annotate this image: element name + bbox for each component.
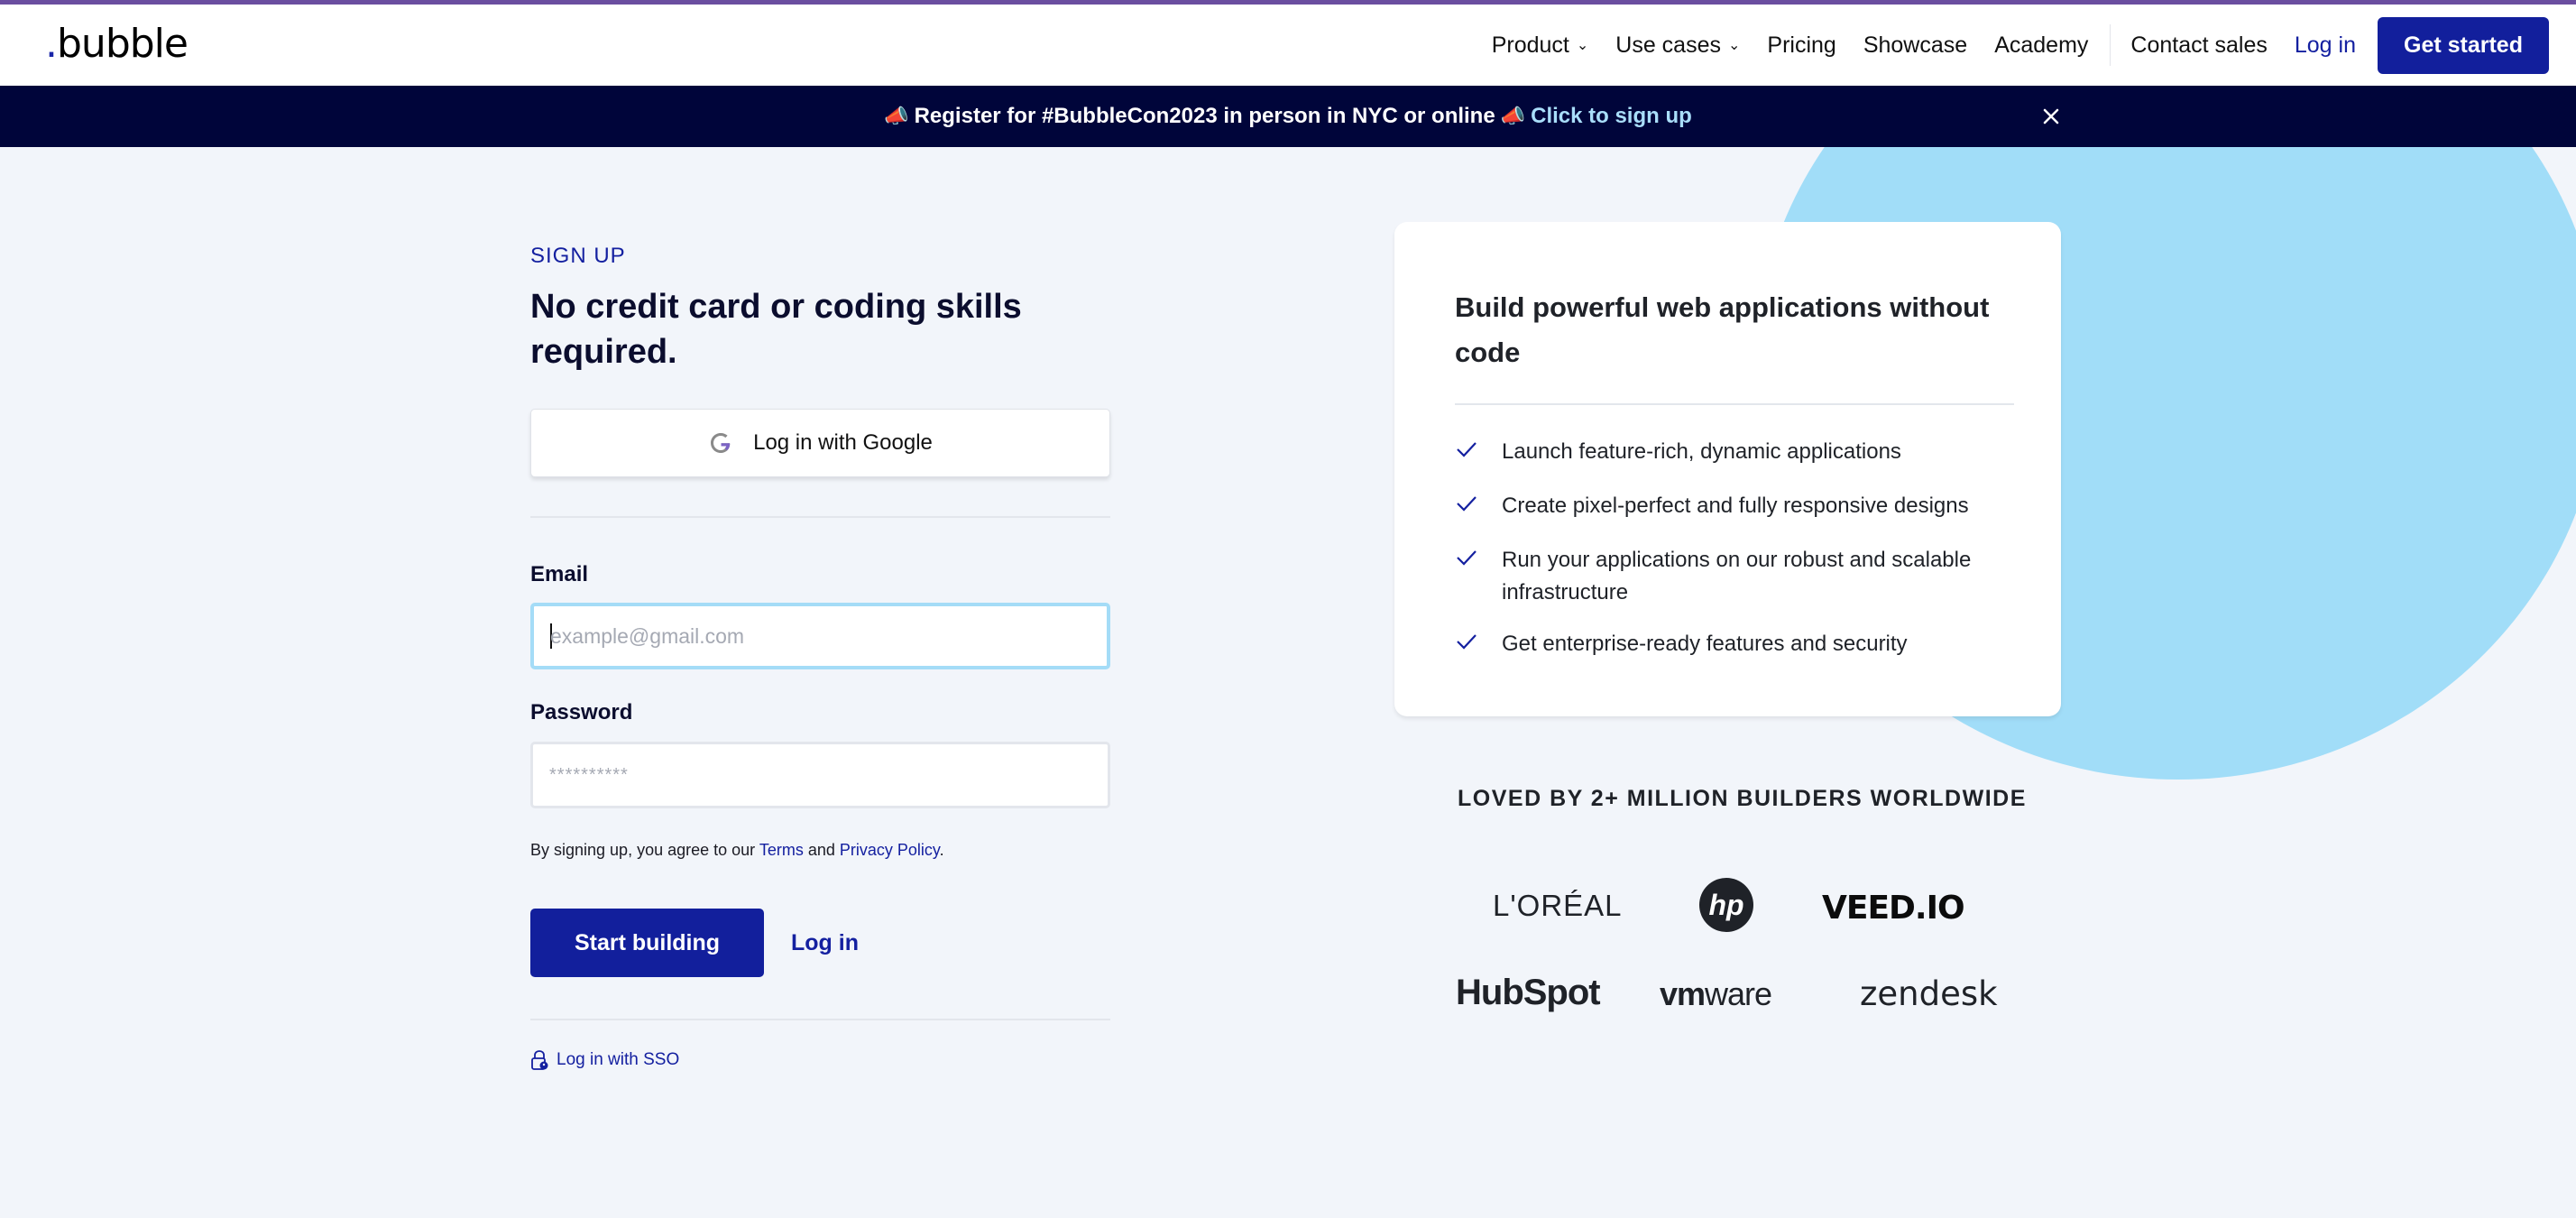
check-icon xyxy=(1455,544,1502,579)
hubspot-logo: HubSpot xyxy=(1456,973,1601,1012)
nav-pricing[interactable]: Pricing xyxy=(1767,32,1835,59)
get-started-button[interactable]: Get started xyxy=(2378,16,2549,74)
nav-use-cases[interactable]: Use cases ⌄ xyxy=(1615,32,1740,59)
nav-product[interactable]: Product ⌄ xyxy=(1492,32,1589,59)
feature-item: Get enterprise-ready features and securi… xyxy=(1455,628,2014,663)
nav-showcase[interactable]: Showcase xyxy=(1863,32,1967,59)
megaphone-icon: 📣 xyxy=(884,105,909,127)
password-label: Password xyxy=(530,700,633,724)
banner-content: 📣 Register for #BubbleCon2023 in person … xyxy=(884,104,1692,129)
feature-text: Launch feature-rich, dynamic application… xyxy=(1502,439,1901,464)
banner-signup-link[interactable]: Click to sign up xyxy=(1531,104,1692,129)
feature-text: Run your applications on our robust and … xyxy=(1502,548,1972,604)
nav-divider xyxy=(2110,24,2111,66)
vmware-logo-bold: vm xyxy=(1660,975,1706,1012)
check-icon xyxy=(1455,628,1502,663)
password-placeholder: ********** xyxy=(549,764,629,785)
email-placeholder: example@gmail.com xyxy=(550,623,745,648)
feature-item: Launch feature-rich, dynamic application… xyxy=(1455,436,2014,471)
close-icon xyxy=(2043,108,2059,125)
benefits-card: Build powerful web applications without … xyxy=(1394,222,2061,716)
check-icon xyxy=(1455,436,1502,471)
section-divider xyxy=(530,516,1110,518)
megaphone-icon: 📣 xyxy=(1500,105,1526,127)
nav-pricing-label: Pricing xyxy=(1767,32,1836,58)
nav-showcase-label: Showcase xyxy=(1863,32,1968,58)
nav-academy-label: Academy xyxy=(1994,32,2089,58)
main-nav: Product ⌄ Use cases ⌄ Pricing Showcase Aca… xyxy=(1492,5,2549,86)
terms-notice: By signing up, you agree to our Terms an… xyxy=(530,841,1110,860)
hp-logo: hp xyxy=(1699,878,1753,932)
password-field[interactable]: ********** xyxy=(530,742,1110,808)
chevron-down-icon: ⌄ xyxy=(1576,38,1589,53)
nav-product-label: Product xyxy=(1491,32,1569,58)
login-link[interactable]: Log in xyxy=(791,930,859,956)
vmware-logo-light: ware xyxy=(1705,975,1772,1012)
logo-text: bubble xyxy=(57,21,189,67)
google-login-label: Log in with Google xyxy=(753,430,933,455)
zendesk-logo: zendesk xyxy=(1860,974,1998,1013)
card-divider xyxy=(1455,403,2014,405)
feature-item: Create pixel-perfect and fully responsiv… xyxy=(1455,490,2014,525)
terms-link[interactable]: Terms xyxy=(759,841,804,859)
veed-logo: VEED.IO xyxy=(1822,890,1965,927)
google-login-button[interactable]: Log in with Google xyxy=(530,409,1110,477)
check-icon xyxy=(1455,490,1502,525)
feature-text: Get enterprise-ready features and securi… xyxy=(1502,632,1908,656)
nav-login-link[interactable]: Log in xyxy=(2295,32,2356,59)
nav-contact-sales[interactable]: Contact sales xyxy=(2130,32,2267,59)
sso-login-link[interactable]: Log in with SSO xyxy=(530,1049,1110,1071)
sso-login-label: Log in with SSO xyxy=(557,1050,680,1069)
section-divider xyxy=(530,1019,1110,1020)
loreal-logo: L'ORÉAL xyxy=(1493,889,1623,922)
site-header: .bubble Product ⌄ Use cases ⌄ Pricing Show… xyxy=(0,5,2576,86)
signup-form: SIGN UP No credit card or coding skills … xyxy=(530,244,1110,1071)
signup-headline: No credit card or coding skills required… xyxy=(530,288,1022,371)
terms-prefix: By signing up, you agree to our xyxy=(530,841,759,859)
privacy-policy-link[interactable]: Privacy Policy xyxy=(840,841,940,859)
logo-dot: . xyxy=(45,21,58,67)
chevron-down-icon: ⌄ xyxy=(1728,38,1741,53)
decorative-background xyxy=(0,147,2576,1218)
start-building-button[interactable]: Start building xyxy=(530,909,764,977)
benefits-title: Build powerful web applications without … xyxy=(1455,291,1990,368)
terms-and: and xyxy=(803,841,840,859)
vmware-logo: vm ware xyxy=(1660,975,1772,1013)
terms-suffix: . xyxy=(939,841,944,859)
nav-use-cases-label: Use cases xyxy=(1615,32,1721,58)
bubble-logo[interactable]: .bubble xyxy=(45,21,189,67)
form-actions: Start building Log in xyxy=(530,909,1110,977)
signup-eyebrow: SIGN UP xyxy=(530,244,626,268)
feature-item: Run your applications on our robust and … xyxy=(1455,544,2014,609)
feature-list: Launch feature-rich, dynamic application… xyxy=(1455,436,2014,663)
announcement-banner: 📣 Register for #BubbleCon2023 in person … xyxy=(0,86,2576,147)
email-label: Email xyxy=(530,562,589,586)
email-field[interactable]: example@gmail.com xyxy=(530,603,1110,669)
nav-academy[interactable]: Academy xyxy=(1994,32,2088,59)
feature-text: Create pixel-perfect and fully responsiv… xyxy=(1502,494,1969,518)
banner-close-button[interactable] xyxy=(2035,100,2067,133)
social-proof-heading: LOVED BY 2+ MILLION BUILDERS WORLDWIDE xyxy=(1458,786,2027,811)
lock-icon xyxy=(531,1050,548,1070)
google-icon xyxy=(711,433,731,453)
banner-text: Register for #BubbleCon2023 in person in… xyxy=(914,104,1495,128)
